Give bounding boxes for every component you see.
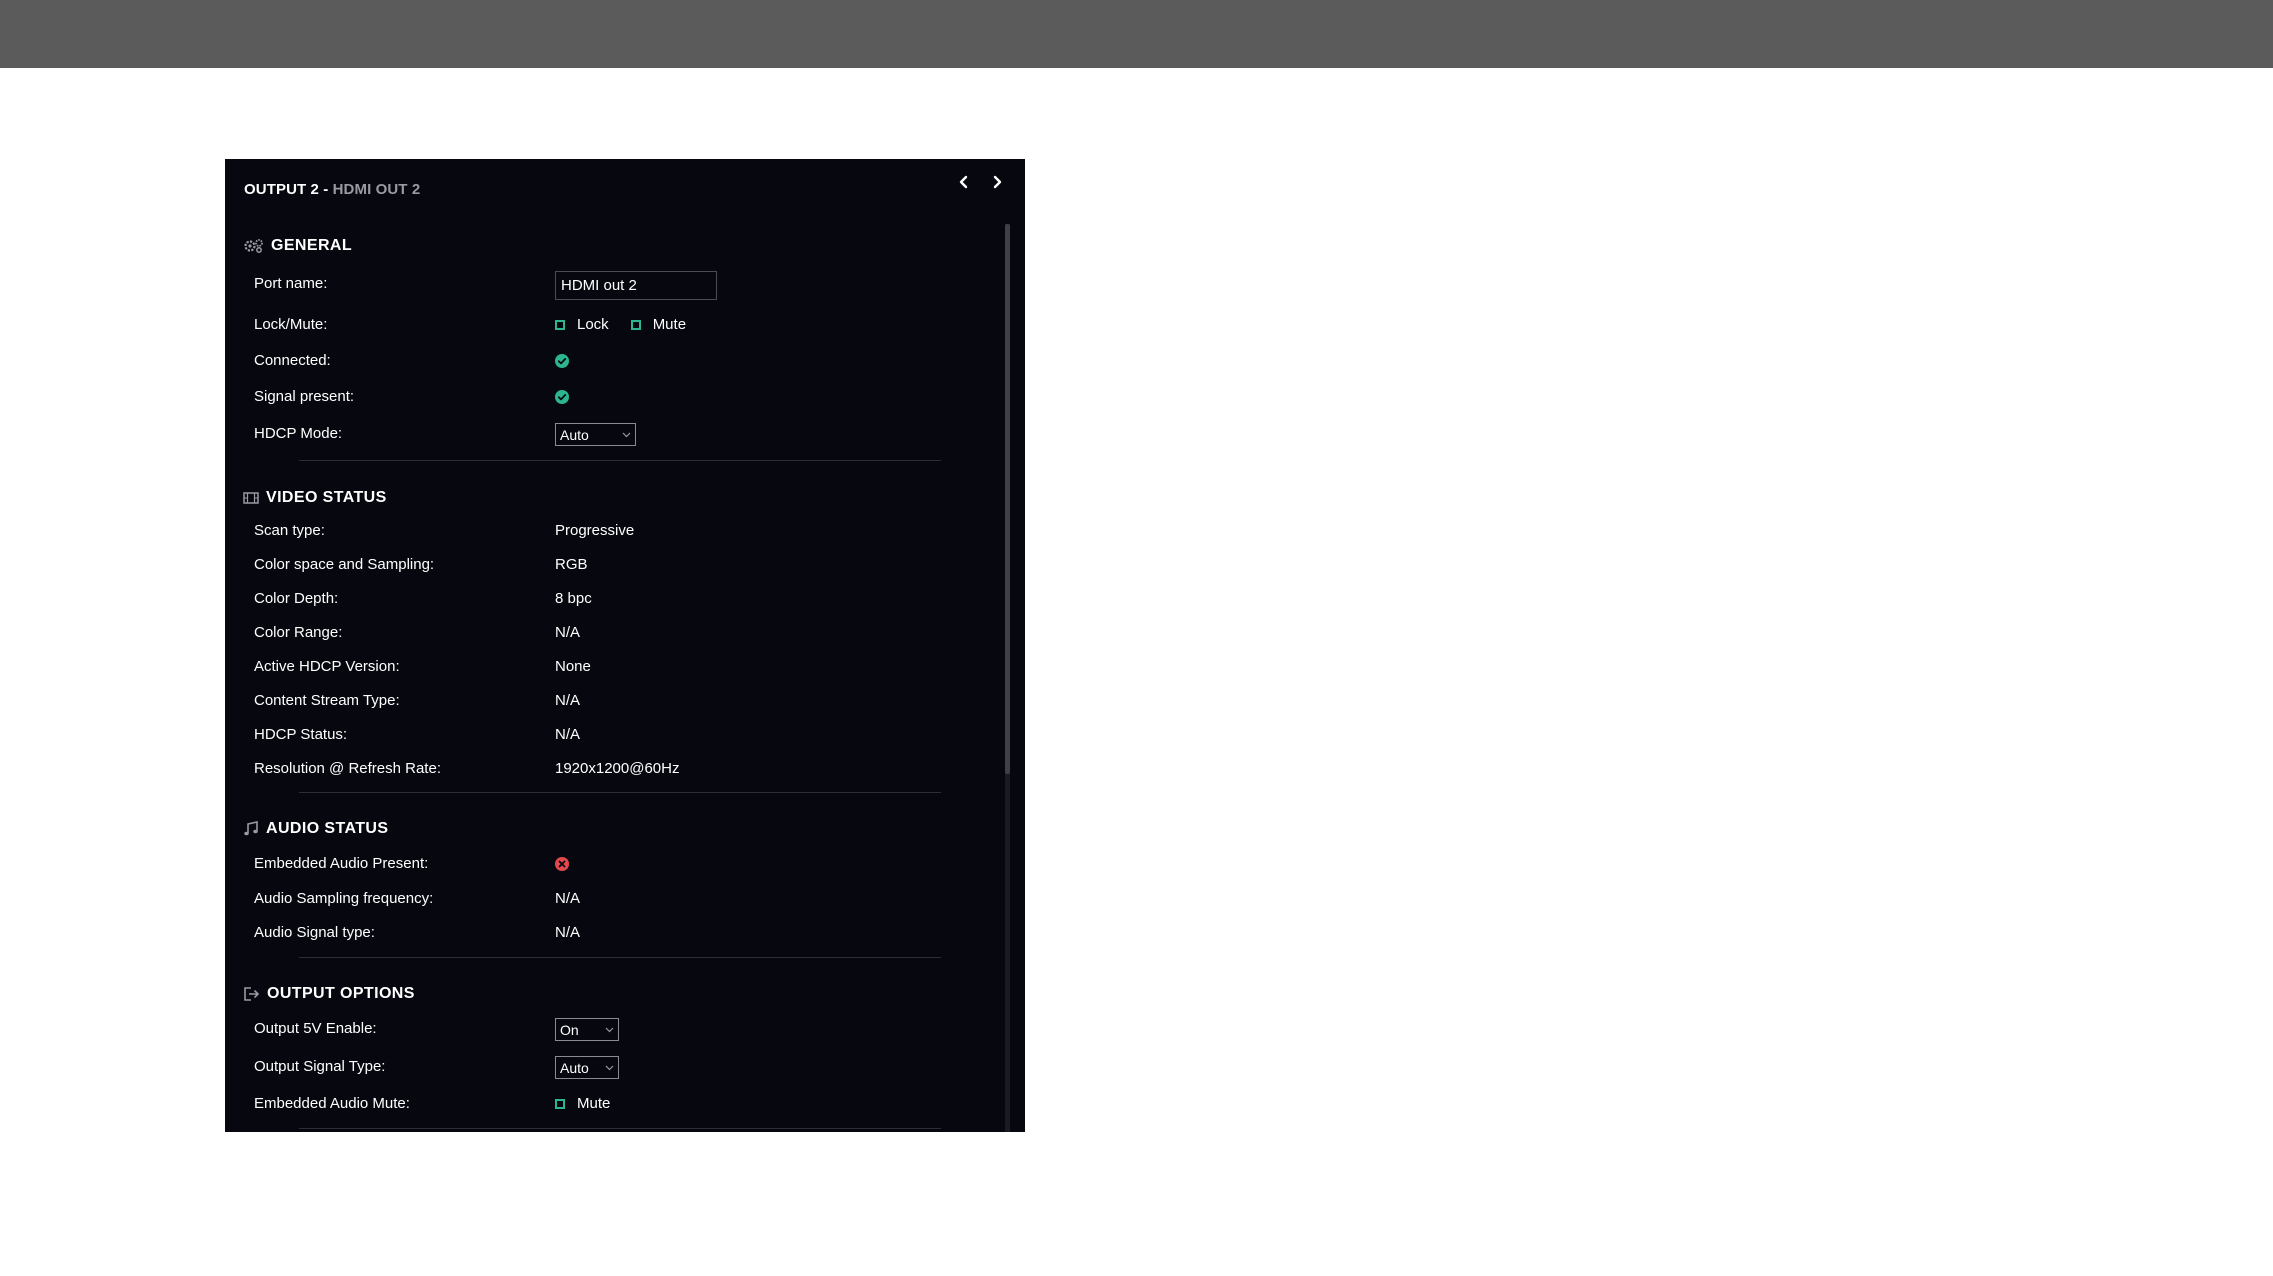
hdcp-mode-select[interactable]: Auto [555, 423, 636, 446]
section-audio-status-title: AUDIO STATUS [266, 820, 389, 837]
port-name-input[interactable] [555, 271, 717, 300]
section-divider [299, 460, 941, 461]
lock-mute-label: Lock/Mute: [254, 316, 328, 333]
hdcp-status-label: HDCP Status: [254, 726, 348, 743]
section-output-options-title: OUTPUT OPTIONS [267, 985, 415, 1002]
output-5v-enable-value: On [560, 1021, 579, 1038]
hdcp-status-value: N/A [555, 726, 581, 743]
connected-label: Connected: [254, 352, 331, 369]
panel-title: OUTPUT 2 - HDMI OUT 2 [244, 181, 420, 198]
section-divider [299, 957, 941, 958]
scrollbar-thumb[interactable] [1005, 224, 1010, 774]
connected-check-icon [555, 354, 569, 368]
lock-checkbox-label[interactable]: Lock [577, 316, 609, 333]
chevron-down-icon [622, 432, 631, 437]
hdcp-mode-label: HDCP Mode: [254, 425, 343, 442]
section-audio-status-heading: AUDIO STATUS [243, 820, 388, 838]
panel-title-port: HDMI OUT 2 [332, 181, 421, 198]
resolution-label: Resolution @ Refresh Rate: [254, 760, 441, 777]
color-space-label: Color space and Sampling: [254, 556, 435, 573]
film-icon [243, 492, 259, 504]
section-divider [299, 1128, 941, 1129]
output-5v-enable-label: Output 5V Enable: [254, 1020, 377, 1037]
chevron-down-icon [605, 1065, 614, 1070]
section-divider [299, 792, 941, 793]
color-range-label: Color Range: [254, 624, 343, 641]
chevron-down-icon [605, 1027, 614, 1032]
hdcp-mode-value: Auto [560, 426, 589, 443]
section-video-status-title: VIDEO STATUS [266, 489, 387, 506]
mute-checkbox[interactable] [630, 319, 641, 330]
scan-type-label: Scan type: [254, 522, 325, 539]
content-stream-type-label: Content Stream Type: [254, 692, 400, 709]
previous-port-button[interactable] [951, 169, 977, 195]
resolution-value: 1920x1200@60Hz [555, 760, 680, 777]
lock-checkbox[interactable] [555, 319, 565, 330]
output-signal-type-select[interactable]: Auto [555, 1056, 619, 1079]
section-video-status-heading: VIDEO STATUS [243, 489, 387, 507]
output-signal-type-value: Auto [560, 1059, 589, 1076]
next-port-button[interactable] [984, 169, 1010, 195]
color-range-value: N/A [555, 624, 581, 641]
top-bar [0, 0, 2273, 68]
section-general-heading: GENERAL [243, 237, 352, 255]
panel-title-prefix: OUTPUT 2 - [244, 181, 333, 198]
color-space-value: RGB [555, 556, 588, 573]
section-general-title: GENERAL [271, 237, 353, 254]
error-x-icon [555, 857, 569, 871]
section-output-options-heading: OUTPUT OPTIONS [243, 985, 415, 1003]
embedded-audio-present-label: Embedded Audio Present: [254, 855, 429, 872]
gears-icon [244, 239, 263, 253]
color-depth-value: 8 bpc [555, 590, 592, 607]
output-signal-type-label: Output Signal Type: [254, 1058, 386, 1075]
active-hdcp-version-label: Active HDCP Version: [254, 658, 400, 675]
embedded-audio-mute-checkbox-label[interactable]: Mute [577, 1095, 610, 1112]
lock-mute-controls: Lock Mute [555, 316, 686, 333]
color-depth-label: Color Depth: [254, 590, 339, 607]
audio-sampling-frequency-label: Audio Sampling frequency: [254, 890, 434, 907]
embedded-audio-mute-label: Embedded Audio Mute: [254, 1095, 410, 1112]
signal-present-label: Signal present: [254, 388, 355, 405]
music-note-icon [244, 821, 258, 836]
chevron-right-icon [993, 175, 1002, 189]
active-hdcp-version-value: None [555, 658, 591, 675]
embedded-audio-mute-checkbox[interactable] [555, 1098, 565, 1109]
chevron-left-icon [959, 175, 968, 189]
scan-type-value: Progressive [555, 522, 635, 539]
audio-signal-type-value: N/A [555, 924, 581, 941]
content-stream-type-value: N/A [555, 692, 581, 709]
sign-out-icon [244, 987, 260, 1001]
signal-present-check-icon [555, 390, 569, 404]
output-properties-panel: OUTPUT 2 - HDMI OUT 2 GENERAL Port name:… [225, 159, 1025, 1132]
audio-signal-type-label: Audio Signal type: [254, 924, 375, 941]
mute-checkbox-label[interactable]: Mute [653, 316, 686, 333]
output-5v-enable-select[interactable]: On [555, 1018, 619, 1041]
scrollbar[interactable] [1005, 224, 1010, 1132]
port-name-label: Port name: [254, 275, 328, 292]
audio-sampling-frequency-value: N/A [555, 890, 581, 907]
embedded-audio-mute-controls: Mute [555, 1095, 610, 1112]
